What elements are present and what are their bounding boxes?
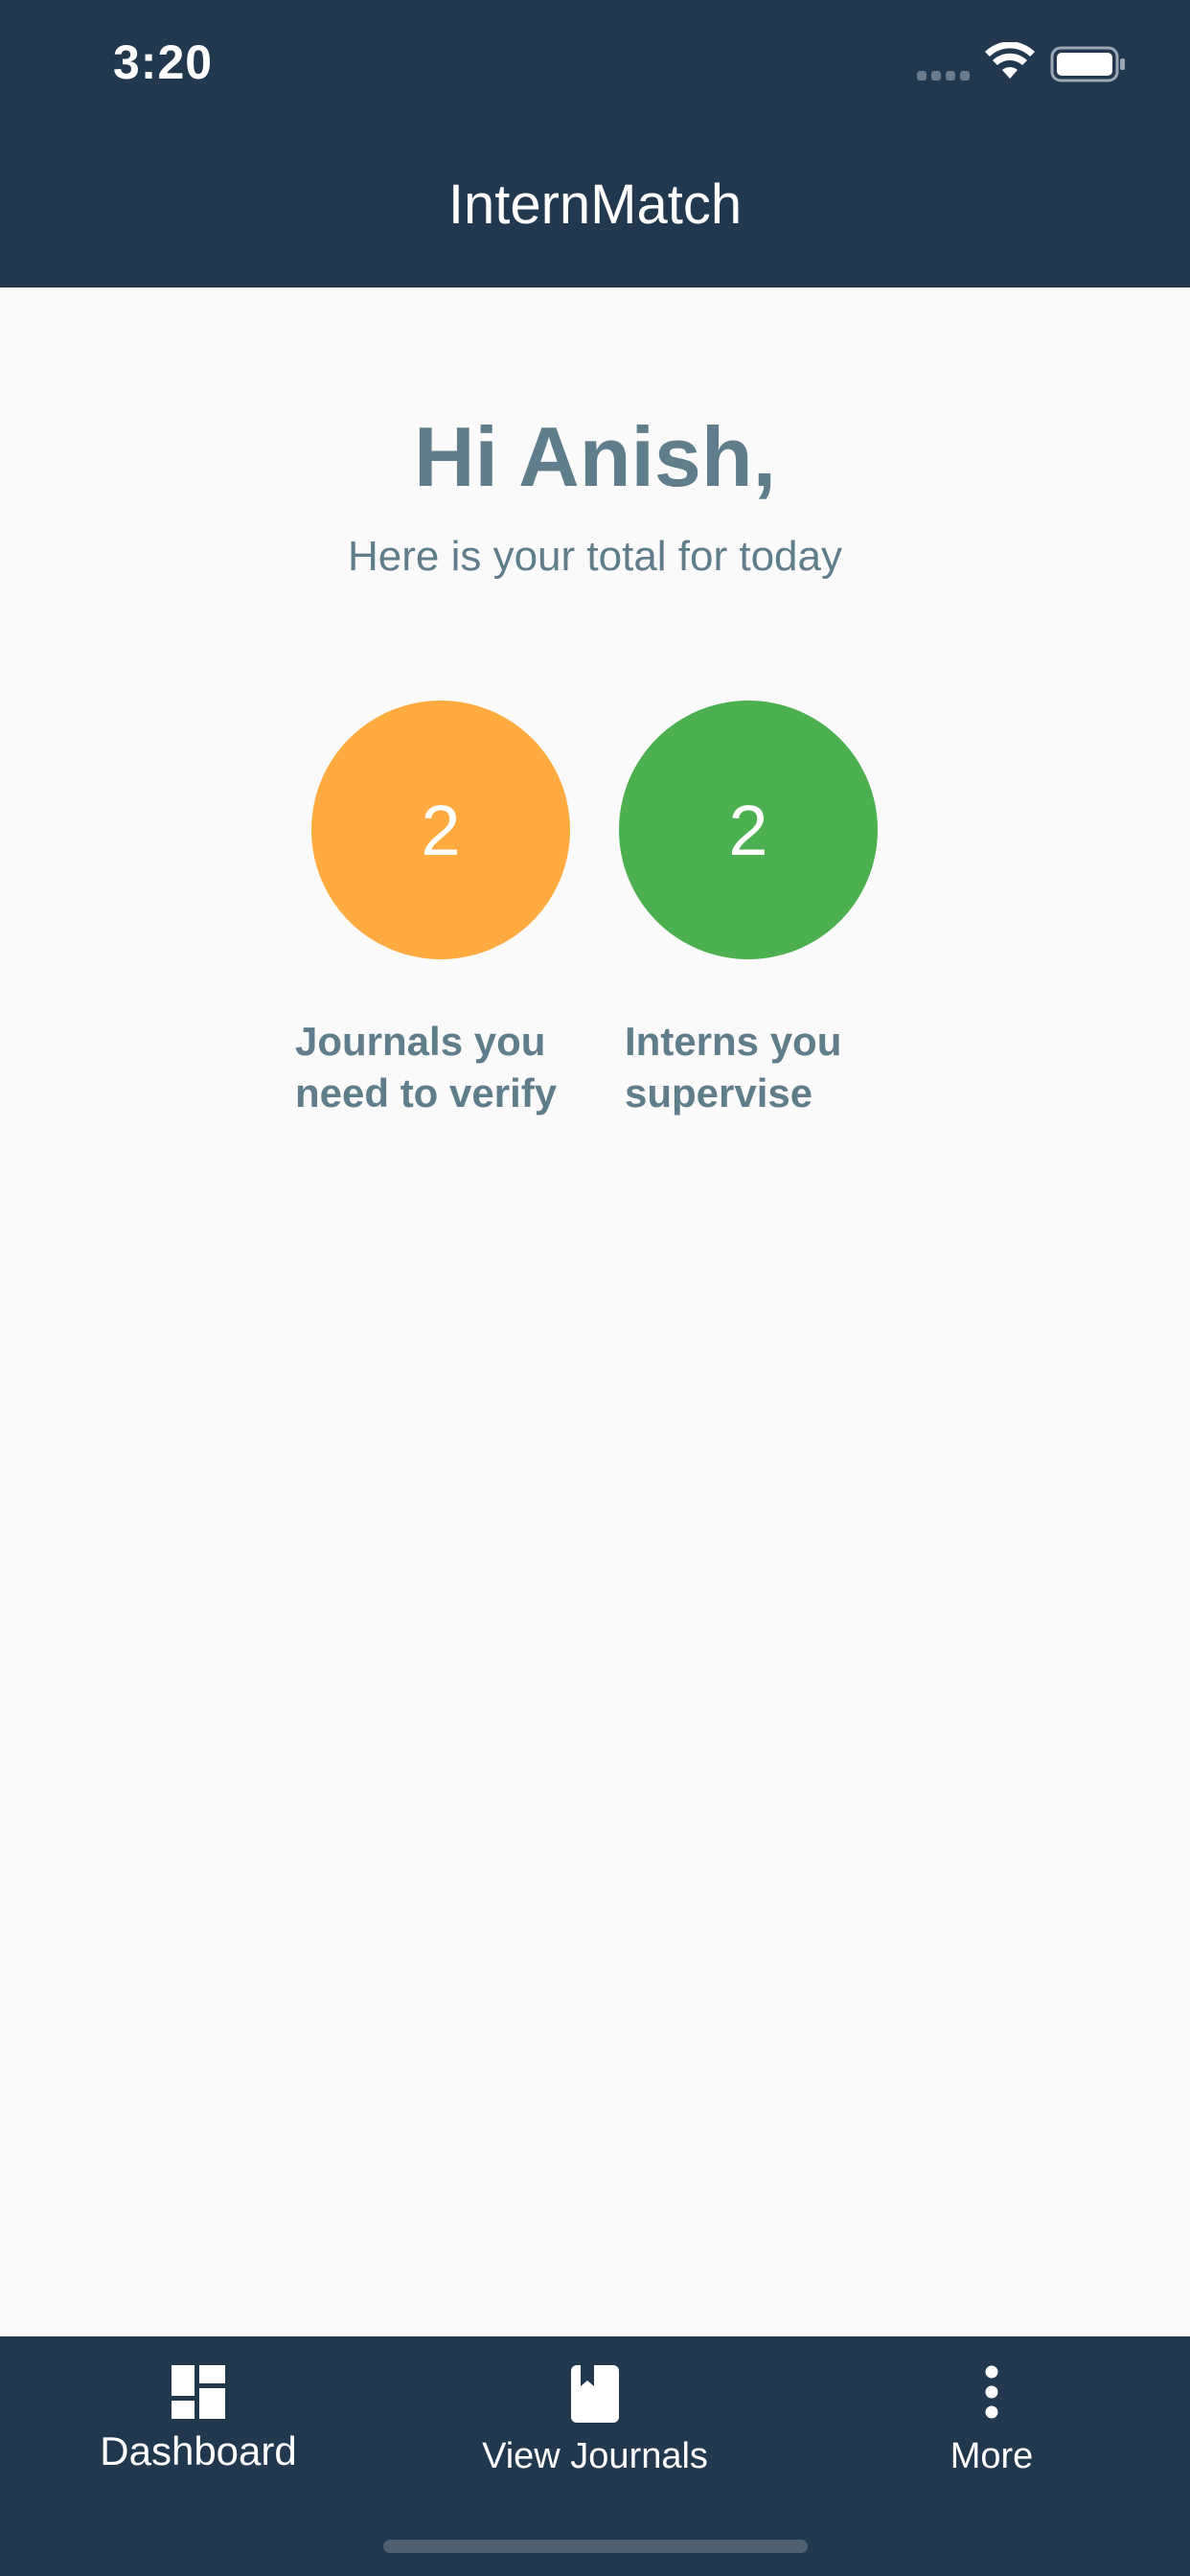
battery-icon	[1050, 46, 1125, 82]
interns-supervised-label: Interns you supervise	[625, 1019, 842, 1116]
cellular-signal-icon	[917, 71, 971, 80]
nav-item-view-journals[interactable]: View Journals	[397, 2336, 793, 2518]
top-app-bar: 3:20 InternMatch	[0, 0, 1190, 288]
wifi-icon	[985, 42, 1035, 79]
nav-label-view-journals: View Journals	[482, 2436, 708, 2476]
nav-label-more: More	[950, 2436, 1034, 2476]
nav-label-dashboard: Dashboard	[100, 2428, 297, 2473]
journal-icon	[571, 2365, 619, 2423]
nav-item-more[interactable]: More	[793, 2336, 1190, 2518]
journals-to-verify-count[interactable]: 2	[311, 701, 570, 959]
bottom-navigation: Dashboard View Journals More	[0, 2336, 1190, 2576]
interns-supervised-count[interactable]: 2	[619, 701, 878, 959]
greeting-heading: Hi Anish,	[413, 409, 777, 504]
more-vertical-icon	[985, 2365, 998, 2419]
journals-to-verify-label: Journals you need to verify	[295, 1019, 558, 1116]
status-time: 3:20	[113, 35, 214, 89]
app-title: InternMatch	[447, 173, 743, 236]
greeting-subtitle: Here is your total for today	[347, 533, 842, 580]
dashboard-icon	[172, 2365, 225, 2419]
nav-item-dashboard[interactable]: Dashboard	[0, 2336, 397, 2518]
home-indicator[interactable]	[383, 2540, 808, 2553]
